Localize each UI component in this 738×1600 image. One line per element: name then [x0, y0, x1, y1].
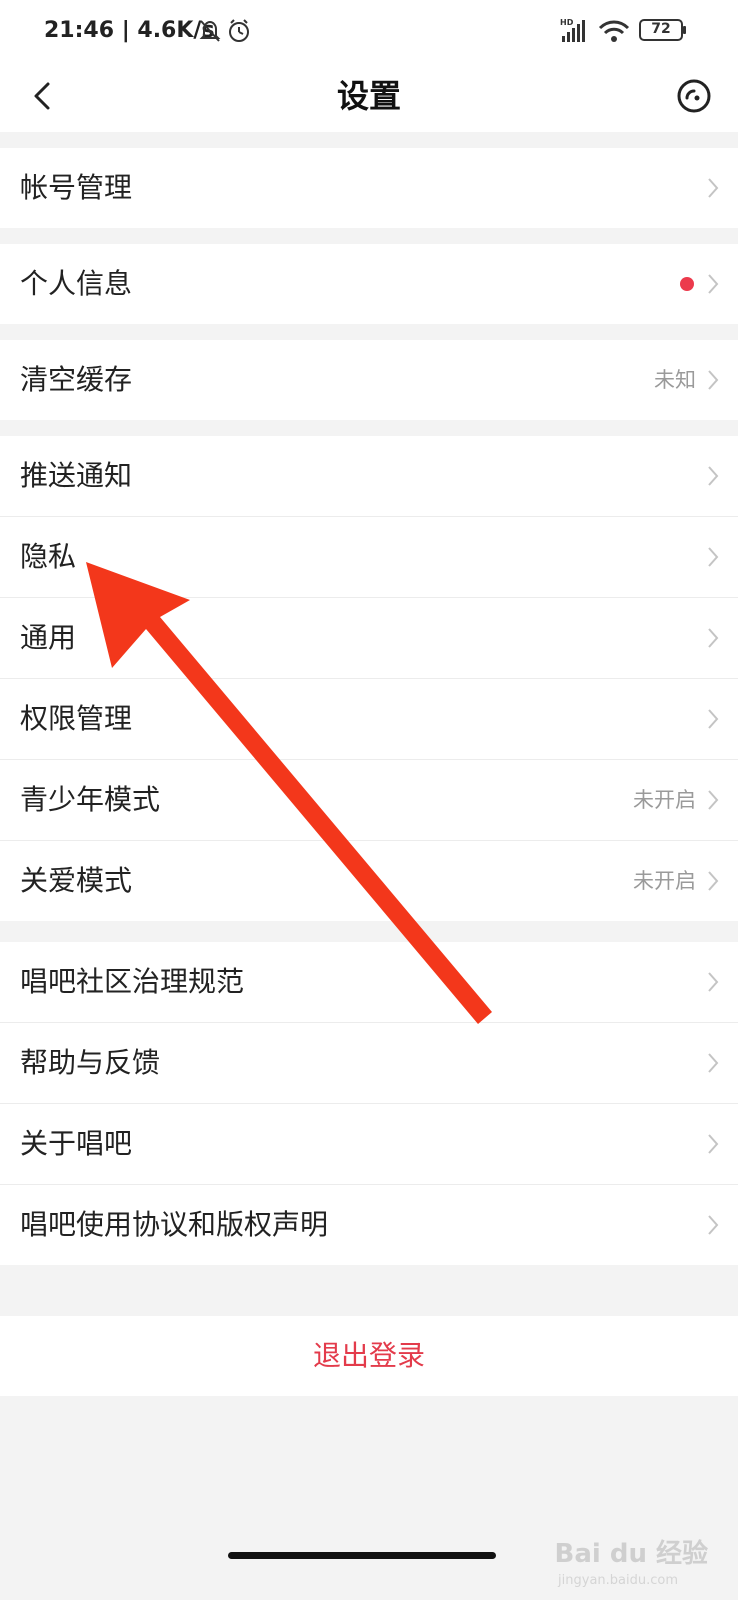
row-user-agreement[interactable]: 唱吧使用协议和版权声明 [0, 1185, 738, 1265]
home-indicator[interactable] [228, 1552, 496, 1559]
chevron-right-icon [708, 871, 719, 891]
alarm-icon [229, 19, 249, 42]
row-label: 关于唱吧 [20, 1127, 133, 1160]
chevron-right-icon [708, 370, 719, 390]
chevron-right-icon [708, 709, 719, 729]
chevron-right-icon [708, 466, 719, 486]
row-label: 权限管理 [20, 702, 133, 735]
row-push-notifications[interactable]: 推送通知 [0, 436, 738, 517]
page-title: 设置 [336, 77, 401, 115]
row-value: 未开启 [633, 788, 696, 812]
chevron-right-icon [708, 1053, 719, 1073]
baidu-watermark: Bai du 经验 [554, 1539, 709, 1569]
status-left-icons [199, 19, 249, 42]
row-label: 隐私 [20, 540, 77, 573]
chevron-right-icon [708, 178, 719, 198]
row-care-mode[interactable]: 关爱模式 未开启 [0, 841, 738, 921]
row-value: 未开启 [633, 869, 696, 893]
row-value: 未知 [654, 368, 696, 392]
row-label: 关爱模式 [20, 864, 133, 897]
row-general[interactable]: 通用 [0, 598, 738, 679]
signal-icon: HD [560, 18, 585, 42]
status-time: 21:46 | 4.6K/s [44, 18, 215, 43]
row-label: 推送通知 [20, 459, 133, 492]
scan-button[interactable] [672, 74, 716, 118]
chevron-right-icon [708, 547, 719, 567]
chevron-right-icon [708, 790, 719, 810]
notification-dot [680, 277, 694, 291]
status-bar: 21:46 | 4.6K/s HD 72 [0, 0, 738, 62]
row-about[interactable]: 关于唱吧 [0, 1104, 738, 1185]
chevron-right-icon [708, 1215, 719, 1235]
svg-text:HD: HD [560, 18, 574, 27]
row-personal-info[interactable]: 个人信息 [0, 244, 738, 324]
chevron-right-icon [708, 1134, 719, 1154]
row-label: 清空缓存 [20, 363, 133, 396]
status-right-icons: HD 72 [560, 16, 700, 46]
row-account-management[interactable]: 帐号管理 [0, 148, 738, 228]
row-help-feedback[interactable]: 帮助与反馈 [0, 1023, 738, 1104]
row-label: 帐号管理 [20, 171, 133, 204]
row-community-rules[interactable]: 唱吧社区治理规范 [0, 942, 738, 1023]
wifi-icon [598, 20, 630, 42]
row-label: 唱吧社区治理规范 [20, 965, 245, 998]
row-label: 通用 [20, 621, 77, 654]
settings-group-about: 唱吧社区治理规范 帮助与反馈 关于唱吧 唱吧使用协议和版权声明 [0, 942, 738, 1265]
baidu-watermark-url: jingyan.baidu.com [558, 1573, 678, 1588]
row-label: 个人信息 [20, 267, 133, 300]
row-label: 青少年模式 [20, 783, 161, 816]
chevron-right-icon [708, 972, 719, 992]
battery-level: 72 [651, 21, 671, 37]
chevron-right-icon [708, 628, 719, 648]
row-teen-mode[interactable]: 青少年模式 未开启 [0, 760, 738, 841]
settings-group-cache: 清空缓存 未知 [0, 340, 738, 420]
chevron-right-icon [708, 274, 719, 294]
settings-group-general: 推送通知 隐私 通用 权限管理 青少年模式 未开启 关爱模式 未开启 [0, 436, 738, 921]
nav-bar: 设置 [0, 62, 738, 132]
row-privacy[interactable]: 隐私 [0, 517, 738, 598]
scan-icon [677, 79, 711, 113]
settings-group-profile: 个人信息 [0, 244, 738, 324]
row-label: 唱吧使用协议和版权声明 [20, 1208, 329, 1241]
row-clear-cache[interactable]: 清空缓存 未知 [0, 340, 738, 420]
row-permissions[interactable]: 权限管理 [0, 679, 738, 760]
logout-button[interactable]: 退出登录 [0, 1316, 738, 1396]
row-label: 帮助与反馈 [20, 1046, 161, 1079]
settings-group-account: 帐号管理 [0, 148, 738, 228]
mute-bell-icon [199, 20, 221, 42]
